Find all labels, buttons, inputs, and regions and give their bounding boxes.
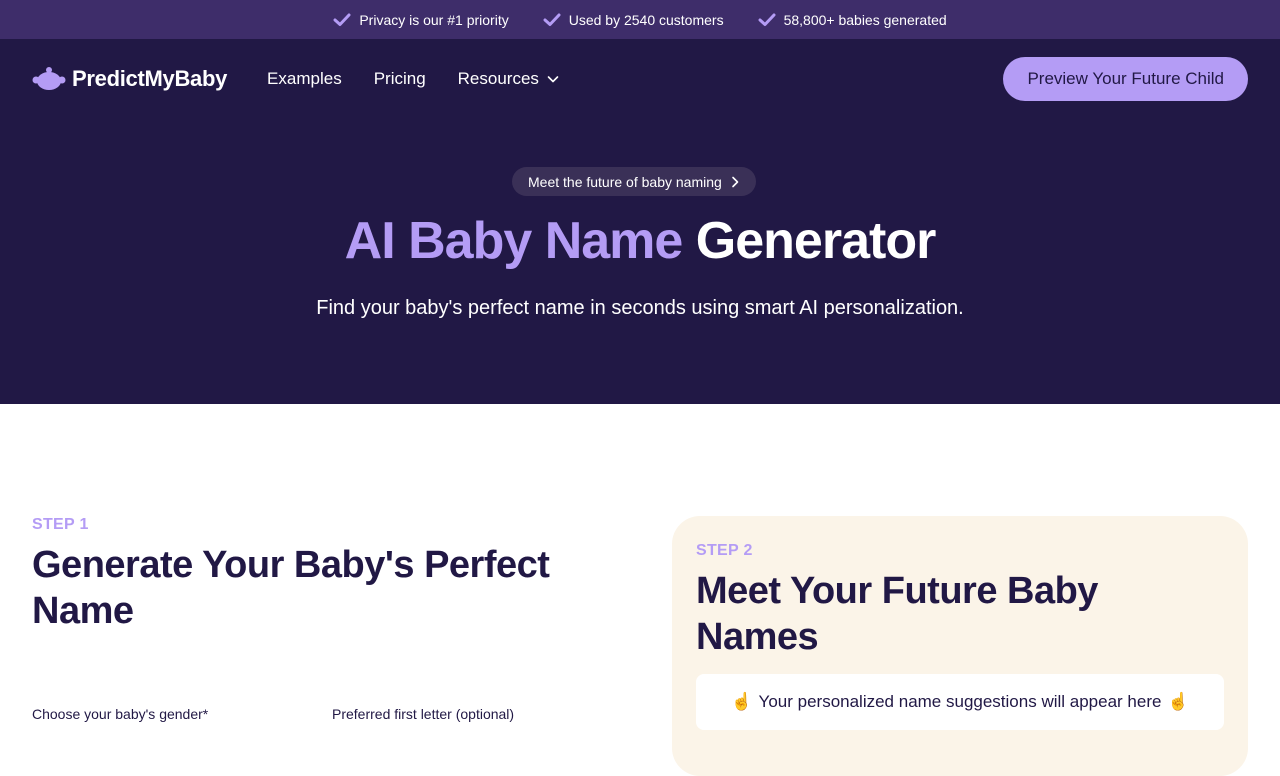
pointing-up-icon: ☝ [1167, 692, 1189, 711]
nav-link-pricing[interactable]: Pricing [374, 69, 426, 89]
main-nav: PredictMyBaby Examples Pricing Resources… [0, 39, 1280, 119]
chevron-down-icon [547, 76, 559, 83]
page-title-rest: Generator [695, 212, 937, 270]
topbar-item-privacy: Privacy is our #1 priority [333, 11, 509, 28]
topbar-item-customers: Used by 2540 customers [543, 12, 724, 28]
baby-logo-icon [32, 67, 66, 90]
page-title-accent: AI Baby Name [344, 212, 684, 270]
topbar-item-label: 58,800+ babies generated [783, 11, 947, 28]
page-subtitle: Find your baby's perfect name in seconds… [316, 297, 964, 319]
pill-text: Meet the future of baby naming [528, 173, 722, 190]
topbar-item-babies: 58,800+ babies generated [758, 12, 947, 28]
name-suggestions-placeholder: Your personalized name suggestions will … [758, 692, 1162, 711]
step1-section: STEP 1 Generate Your Baby's Perfect Name [32, 516, 592, 634]
check-icon [758, 13, 776, 26]
step2-card: STEP 2 Meet Your Future Baby Names ☝ You… [672, 516, 1248, 776]
nav-link-resources[interactable]: Resources [458, 69, 559, 89]
name-suggestions-box: ☝ Your personalized name suggestions wil… [696, 674, 1224, 730]
check-icon [333, 13, 351, 26]
pointing-up-icon: ☝ [731, 692, 753, 711]
page-title: AI Baby Name Generator [0, 211, 1280, 271]
topbar-item-label: Privacy is our #1 priority [359, 11, 509, 28]
topbar-item-label: Used by 2540 customers [568, 11, 724, 28]
step2-label: STEP 2 [696, 542, 753, 559]
announcement-pill[interactable]: Meet the future of baby naming [512, 167, 756, 196]
step2-title: Meet Your Future Baby Names [696, 570, 1098, 658]
nav-links: Examples Pricing Resources [267, 69, 559, 89]
nav-link-resources-label: Resources [457, 69, 539, 88]
nav-link-examples[interactable]: Examples [267, 69, 342, 89]
step1-title: Generate Your Baby's Perfect Name [32, 544, 550, 632]
chevron-right-icon [731, 176, 739, 187]
logo-text: PredictMyBaby [72, 66, 228, 91]
hero-section: PredictMyBaby Examples Pricing Resources… [0, 39, 1280, 404]
step1-label: STEP 1 [32, 516, 89, 533]
preview-future-child-button[interactable]: Preview Your Future Child [1003, 57, 1248, 101]
logo[interactable]: PredictMyBaby [32, 66, 227, 92]
announcement-bar: Privacy is our #1 priority Used by 2540 … [0, 0, 1280, 39]
check-icon [543, 13, 561, 26]
